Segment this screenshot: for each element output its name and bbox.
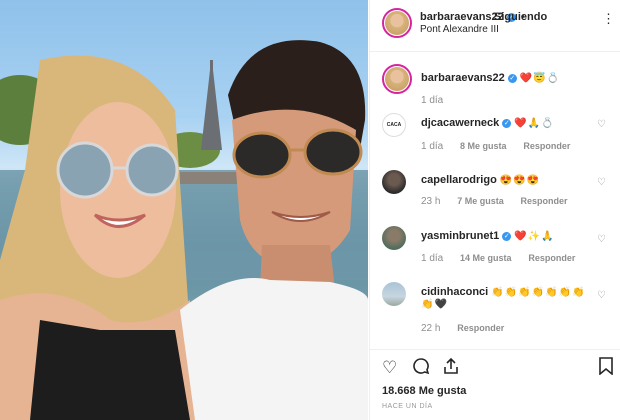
- caption-emojis: ❤️😇💍: [519, 73, 561, 84]
- comment-meta: 1 día 8 Me gusta Responder: [421, 141, 584, 152]
- comment-username[interactable]: djcacawerneck: [421, 117, 499, 129]
- bookmark-icon[interactable]: [599, 357, 613, 380]
- likes-count[interactable]: 18.668 Me gusta: [382, 385, 466, 397]
- photo-illustration: [0, 40, 368, 420]
- comment-likes[interactable]: 8 Me gusta: [460, 141, 507, 151]
- comment-like-heart-icon[interactable]: ♡: [597, 290, 606, 301]
- commenter-avatar[interactable]: [382, 282, 406, 306]
- caption-avatar[interactable]: [382, 64, 412, 94]
- author-avatar[interactable]: [382, 8, 412, 38]
- comment-text: capellarodrigo 😍😍😍: [421, 174, 540, 186]
- reply-button[interactable]: Responder: [457, 323, 504, 333]
- post-photo[interactable]: [0, 0, 368, 420]
- caption-meta: 1 día: [421, 95, 457, 106]
- bookmark-icon-svg: [599, 357, 613, 376]
- verified-badge-icon: ✓: [507, 73, 517, 83]
- caption-text: barbaraevans22 ✓ ❤️😇💍: [421, 72, 560, 84]
- share-icon-svg: [444, 357, 458, 374]
- posted-time: HACE UN DÍA: [382, 403, 433, 410]
- verified-badge-icon: ✓: [502, 118, 512, 128]
- avatar-image: [385, 11, 409, 35]
- comment-meta: 23 h 7 Me gusta Responder: [421, 196, 582, 207]
- comment-icon-svg: [413, 358, 430, 375]
- comment-text: cidinhaconci 👏👏👏👏👏👏👏: [421, 286, 585, 298]
- comment-emojis-line2: 👏🖤: [421, 299, 448, 310]
- caption-username[interactable]: barbaraevans22: [421, 72, 505, 84]
- more-options-icon[interactable]: ⋮: [602, 11, 615, 27]
- comment-username[interactable]: cidinhaconci: [421, 286, 488, 298]
- avatar-image: [385, 67, 409, 91]
- comment-time[interactable]: 1 día: [421, 253, 443, 264]
- reply-button[interactable]: Responder: [523, 141, 570, 151]
- comment-like-heart-icon[interactable]: ♡: [597, 234, 606, 245]
- comment-likes[interactable]: 14 Me gusta: [460, 253, 512, 263]
- reply-button[interactable]: Responder: [528, 253, 575, 263]
- heart-icon[interactable]: ♡: [382, 358, 397, 378]
- verified-badge-icon: ✓: [502, 231, 512, 241]
- location-link[interactable]: Pont Alexandre III: [420, 24, 499, 35]
- post-header: barbaraevans22 ✓ • Siguiendo Pont Alexand…: [370, 0, 620, 52]
- comment-icon[interactable]: [412, 357, 430, 380]
- commenter-avatar[interactable]: [382, 170, 406, 194]
- follow-status-button[interactable]: Siguiendo: [494, 11, 547, 23]
- comment-like-heart-icon[interactable]: ♡: [597, 119, 606, 130]
- commenter-avatar[interactable]: CACA: [382, 113, 406, 137]
- comment-username[interactable]: yasminbrunet1: [421, 230, 499, 242]
- comment-likes[interactable]: 7 Me gusta: [457, 196, 504, 206]
- comment-meta: 22 h Responder: [421, 323, 518, 334]
- comment-emojis: ❤️🙏💍: [514, 118, 555, 129]
- comment-text-line2: 👏🖤: [421, 298, 448, 310]
- comment-time[interactable]: 23 h: [421, 196, 440, 207]
- comment-text: yasminbrunet1 ✓ ❤️✨🙏: [421, 230, 555, 242]
- commenter-avatar[interactable]: [382, 226, 406, 250]
- comment-emojis: 👏👏👏👏👏👏👏: [491, 287, 586, 298]
- comment-username[interactable]: capellarodrigo: [421, 174, 497, 186]
- comment-emojis: 😍😍😍: [499, 175, 541, 186]
- comment-meta: 1 día 14 Me gusta Responder: [421, 253, 589, 264]
- caption-time[interactable]: 1 día: [421, 95, 443, 106]
- comment-text: djcacawerneck ✓ ❤️🙏💍: [421, 117, 555, 129]
- post-sidebar: barbaraevans22 ✓ • Siguiendo Pont Alexand…: [369, 0, 620, 420]
- comment-emojis: ❤️✨🙏: [514, 231, 555, 242]
- avatar-logo: CACA: [386, 122, 402, 128]
- post-actions: ♡ 18.668 Me gusta HACE UN DÍA: [370, 349, 620, 420]
- comment-time[interactable]: 1 día: [421, 141, 443, 152]
- author-username-text[interactable]: barbaraevans22: [420, 11, 504, 23]
- reply-button[interactable]: Responder: [521, 196, 568, 206]
- share-icon[interactable]: [442, 357, 460, 380]
- comment-time[interactable]: 22 h: [421, 323, 440, 334]
- comment-like-heart-icon[interactable]: ♡: [597, 177, 606, 188]
